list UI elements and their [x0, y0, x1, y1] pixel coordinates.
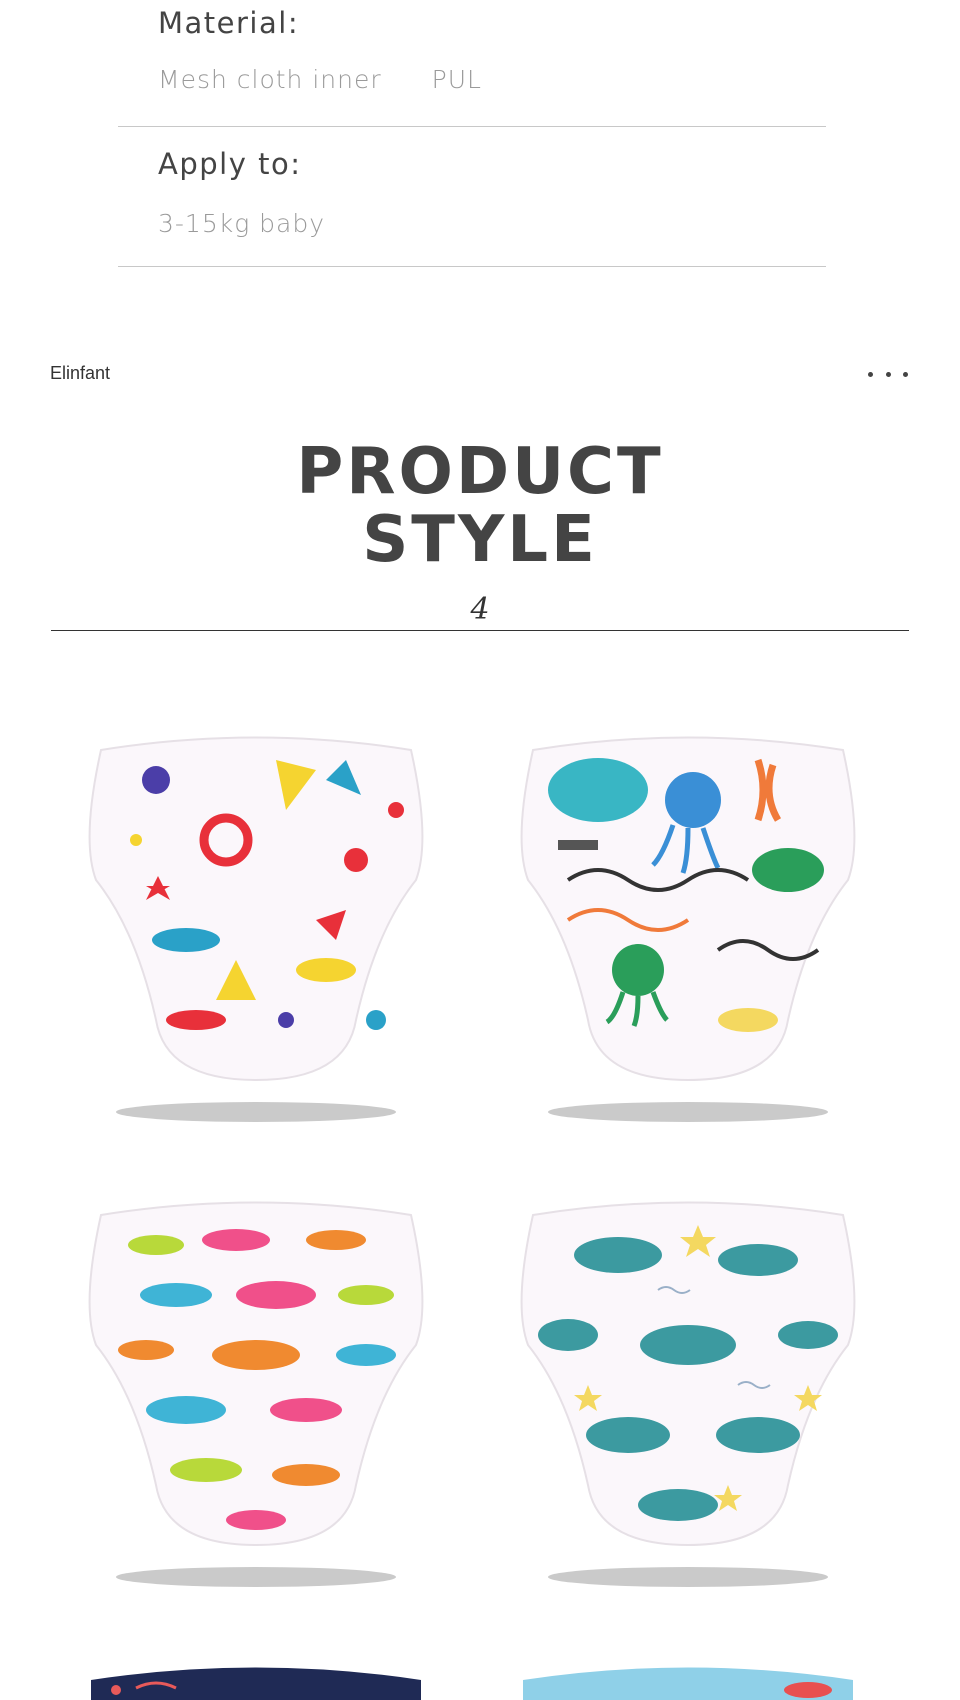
dot — [903, 371, 908, 377]
diaper-illustration — [520, 736, 856, 1122]
spec-material-values: Mesh cloth inner PUL — [158, 65, 482, 94]
spec-apply-to-title: Apply to: — [158, 147, 302, 181]
product-image-light-blue[interactable] — [508, 1660, 868, 1700]
spec-material-value: PUL — [431, 65, 482, 94]
divider — [51, 630, 909, 631]
dot — [885, 371, 891, 377]
brand-name: Elinfant — [50, 363, 111, 383]
product-image-navy[interactable] — [76, 1660, 436, 1700]
spec-apply-to-values: 3-15kg baby — [158, 209, 325, 238]
product-image-whale-octopus[interactable] — [508, 720, 868, 1140]
spec-material-title: Material: — [158, 6, 300, 40]
diaper-illustration — [88, 1201, 424, 1587]
section-title-line1: PRODUCT — [296, 435, 664, 509]
spec-apply-to-value: 3-15kg baby — [158, 209, 326, 238]
product-image-teal-whales[interactable] — [508, 1185, 868, 1605]
spec-apply-to: Apply to: 3-15kg baby — [118, 127, 826, 267]
spec-material: Material: Mesh cloth inner PUL — [118, 0, 826, 127]
dot — [868, 371, 873, 377]
spec-material-value: Mesh cloth inner — [158, 65, 382, 94]
diaper-illustration — [91, 1667, 421, 1700]
brand-row: Elinfant — [50, 360, 910, 390]
product-image-rainbow-fish[interactable] — [76, 1185, 436, 1605]
more-horizontal-icon[interactable] — [866, 360, 910, 388]
diaper-illustration — [523, 1667, 853, 1700]
section-number: 4 — [470, 592, 490, 627]
diaper-illustration — [88, 736, 424, 1122]
diaper-illustration — [520, 1201, 856, 1587]
section-title-line2: STYLE — [362, 503, 598, 577]
section-title: PRODUCT STYLE — [0, 438, 960, 574]
product-image-ocean-fish[interactable] — [76, 720, 436, 1140]
